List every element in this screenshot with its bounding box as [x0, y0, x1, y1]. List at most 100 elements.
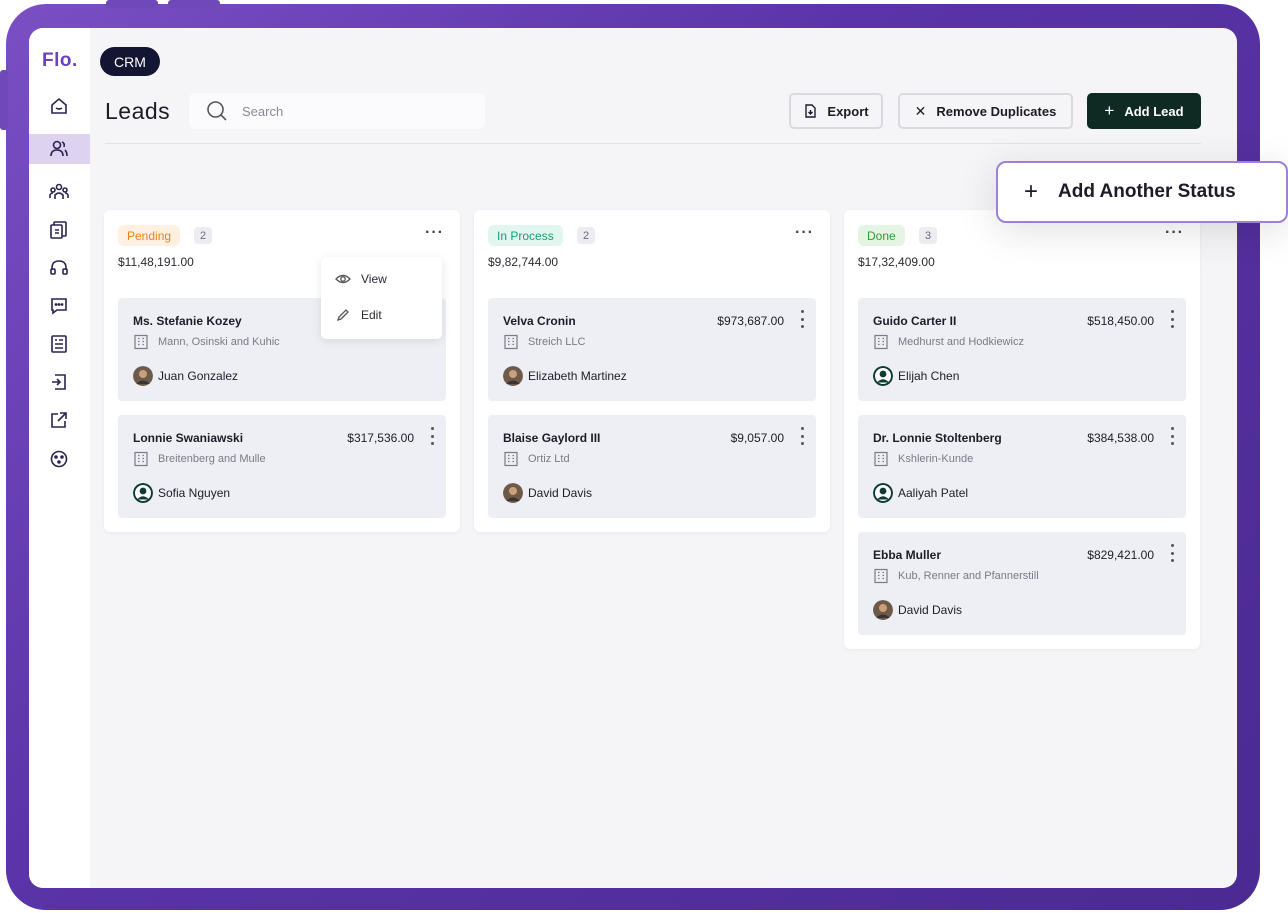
column-header: In Process 2 $9,82,744.00 ···	[474, 210, 830, 298]
building-icon	[504, 451, 518, 467]
lead-card[interactable]: Velva Cronin $973,687.00 Streich LLC Elizab…	[488, 298, 816, 401]
home-icon[interactable]	[47, 94, 71, 118]
column-header: Done 3 $17,32,409.00 ···	[844, 210, 1200, 298]
column-count: 2	[194, 227, 212, 244]
notes-icon[interactable]	[47, 332, 71, 356]
remove-duplicates-button[interactable]: ✕ Remove Duplicates	[898, 93, 1073, 129]
company-name: Mann, Osinski and Kuhic	[158, 336, 280, 348]
menu-item-view[interactable]: View	[335, 272, 387, 286]
lead-card[interactable]: Blaise Gaylord III $9,057.00 Ortiz Ltd Davi…	[488, 415, 816, 518]
device-button	[168, 0, 220, 8]
lead-name: Ms. Stefanie Kozey	[133, 314, 242, 328]
lead-name: Velva Cronin	[503, 314, 576, 328]
lead-card[interactable]: Lonnie Swaniawski $317,536.00 Breitenberg …	[118, 415, 446, 518]
pencil-icon	[336, 309, 349, 322]
lead-card[interactable]: Ebba Muller $829,421.00 Kub, Renner and Pf…	[858, 532, 1186, 635]
sidebar: Flo.	[29, 28, 90, 888]
card-more-icon[interactable]	[1168, 544, 1176, 562]
add-lead-label: Add Lead	[1124, 103, 1184, 119]
avatar	[133, 366, 153, 386]
lead-card[interactable]: Guido Carter II $518,450.00 Medhurst and H…	[858, 298, 1186, 401]
company-name: Medhurst and Hodkiewicz	[898, 336, 1024, 348]
add-lead-button[interactable]: + Add Lead	[1087, 93, 1201, 129]
remove-duplicates-label: Remove Duplicates	[936, 103, 1057, 119]
lead-owner: Elijah Chen	[898, 369, 960, 383]
headset-icon[interactable]	[47, 256, 71, 280]
chat-icon[interactable]	[47, 294, 71, 318]
login-icon[interactable]	[47, 370, 71, 394]
team-icon[interactable]	[47, 180, 71, 204]
users-icon[interactable]	[47, 137, 71, 161]
palette-icon[interactable]	[47, 447, 71, 471]
add-another-status-button[interactable]: + Add Another Status	[996, 161, 1288, 223]
status-badge: In Process	[488, 225, 563, 246]
menu-item-label: Edit	[361, 308, 382, 322]
lead-name: Lonnie Swaniawski	[133, 431, 244, 445]
lead-owner: Sofia Nguyen	[158, 486, 231, 500]
lead-amount: $317,536.00	[347, 431, 414, 445]
building-icon	[874, 451, 888, 467]
lead-owner: Aaliyah Patel	[898, 486, 969, 500]
lead-amount: $829,421.00	[1087, 548, 1154, 562]
lead-amount: $518,450.00	[1087, 314, 1154, 328]
column-total: $11,48,191.00	[118, 255, 194, 269]
lead-owner: Elizabeth Martinez	[528, 369, 627, 383]
device-button	[106, 0, 158, 8]
plus-icon: +	[1104, 101, 1115, 120]
lead-owner: David Davis	[528, 486, 593, 500]
column-total: $9,82,744.00	[488, 255, 559, 269]
company-name: Breitenberg and Mulle	[158, 453, 266, 465]
close-icon: ✕	[914, 102, 927, 119]
documents-icon[interactable]	[47, 218, 71, 242]
page-title: Leads	[105, 98, 171, 124]
status-badge: Pending	[118, 225, 181, 246]
card-more-icon[interactable]	[428, 427, 436, 445]
column-more-icon[interactable]: ···	[425, 224, 444, 242]
menu-item-label: View	[361, 272, 387, 286]
search-box[interactable]	[189, 93, 485, 129]
export-button-label: Export	[827, 103, 869, 119]
column-more-icon[interactable]: ···	[1165, 224, 1184, 242]
lead-owner: David Davis	[898, 603, 963, 617]
eye-icon	[335, 274, 351, 284]
building-icon	[874, 334, 888, 350]
lead-amount: $384,538.00	[1087, 431, 1154, 445]
status-badge: Done	[858, 225, 905, 246]
export-icon	[805, 104, 817, 118]
avatar	[133, 483, 153, 503]
lead-name: Ebba Muller	[873, 548, 942, 562]
building-icon	[874, 568, 888, 584]
lead-card[interactable]: Dr. Lonnie Stoltenberg $384,538.00 Kshleri…	[858, 415, 1186, 518]
module-badge[interactable]: CRM	[100, 47, 160, 76]
column-total: $17,32,409.00	[858, 255, 935, 269]
lead-name: Blaise Gaylord III	[503, 431, 601, 445]
company-name: Kub, Renner and Pfannerstill	[898, 570, 1039, 582]
column-count: 2	[577, 227, 595, 244]
lead-amount: $9,057.00	[730, 431, 784, 445]
card-more-icon[interactable]	[1168, 310, 1176, 328]
company-name: Kshlerin-Kunde	[898, 453, 974, 465]
company-name: Ortiz Ltd	[528, 453, 570, 465]
card-context-menu: View Edit	[321, 257, 442, 339]
menu-item-edit[interactable]: Edit	[335, 308, 382, 322]
plus-icon: +	[1024, 178, 1039, 205]
lead-name: Dr. Lonnie Stoltenberg	[873, 431, 1002, 445]
device-button	[0, 70, 8, 130]
card-more-icon[interactable]	[798, 310, 806, 328]
app-screen: Flo. CRM Leads Search Export ✕ Remove Du…	[29, 28, 1237, 888]
search-icon	[207, 101, 227, 121]
lead-owner: Juan Gonzalez	[158, 369, 239, 383]
avatar	[873, 366, 893, 386]
avatar	[503, 366, 523, 386]
search-input[interactable]	[242, 103, 442, 119]
external-link-icon[interactable]	[47, 408, 71, 432]
avatar	[873, 483, 893, 503]
building-icon	[504, 334, 518, 350]
avatar	[873, 600, 893, 620]
card-more-icon[interactable]	[1168, 427, 1176, 445]
company-name: Streich LLC	[528, 336, 586, 348]
export-button[interactable]: Export	[789, 93, 883, 129]
card-more-icon[interactable]	[798, 427, 806, 445]
app-logo[interactable]: Flo.	[42, 50, 78, 72]
column-more-icon[interactable]: ···	[795, 224, 814, 242]
